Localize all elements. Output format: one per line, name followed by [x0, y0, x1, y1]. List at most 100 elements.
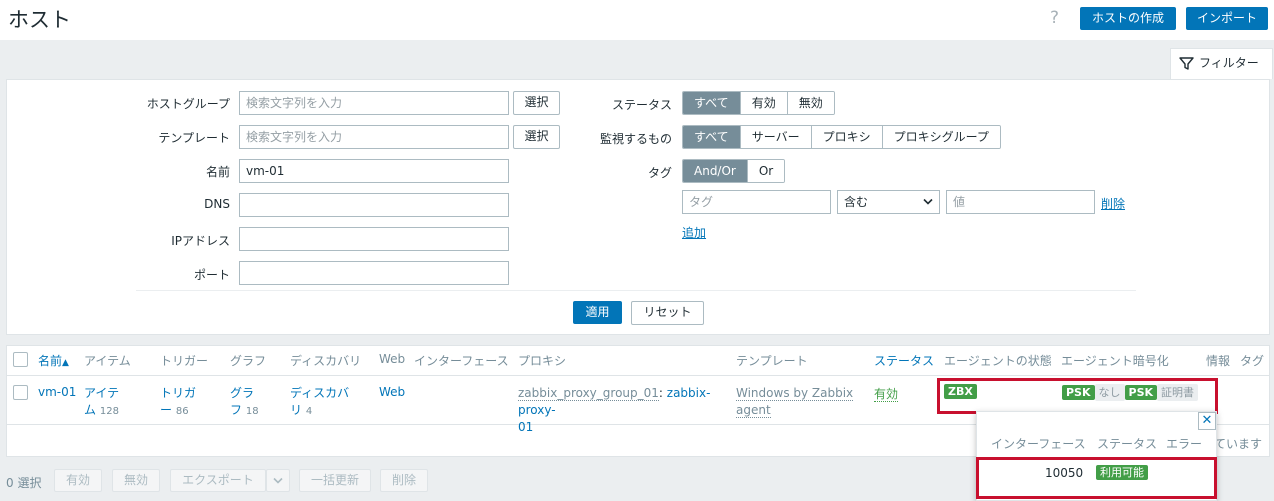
status-option-all[interactable]: すべて [683, 92, 740, 114]
template-select-button[interactable]: 選択 [513, 125, 560, 149]
triggers-label-line2: ー [160, 403, 173, 417]
mass-update-button[interactable]: 一括更新 [299, 469, 371, 492]
tags-label: タグ [647, 166, 672, 180]
select-all-checkbox[interactable] [13, 352, 28, 367]
sort-asc-icon: ▲ [62, 358, 69, 368]
graphs-link[interactable]: グラ フ 18 [230, 385, 259, 420]
items-link[interactable]: アイテ ム 128 [84, 385, 119, 420]
status-label: ステータス [611, 98, 672, 112]
column-header-tags: タグ [1240, 354, 1265, 368]
template-input[interactable]: 検索文字列を入力 [239, 125, 509, 149]
help-icon[interactable]: ? [1050, 8, 1059, 28]
enable-button[interactable]: 有効 [54, 469, 102, 492]
graphs-label-line2: フ [230, 403, 243, 417]
column-header-name-label: 名前 [38, 354, 63, 368]
filter-tab-label: フィルター [1199, 56, 1259, 70]
discovery-count: 4 [305, 406, 313, 417]
proxy-link-line2[interactable]: 01 [518, 419, 728, 436]
graphs-count: 18 [245, 406, 259, 417]
discovery-label-line2: リ [290, 403, 303, 417]
filter-tab[interactable]: フィルター [1170, 48, 1273, 79]
popup-interface-port: 10050 [1045, 466, 1084, 480]
filter-icon [1179, 57, 1194, 70]
name-label: 名前 [205, 165, 230, 179]
ip-input[interactable] [239, 227, 509, 251]
delete-button[interactable]: 削除 [380, 469, 428, 492]
zbx-badge-label: ZBX [944, 384, 977, 399]
export-dropdown-button[interactable] [266, 469, 290, 492]
host-group-select-button[interactable]: 選択 [513, 91, 560, 115]
items-label-line2: ム [84, 403, 97, 417]
tag-name-input[interactable]: タグ [682, 190, 831, 214]
header-divider [7, 375, 1269, 376]
items-label-line1: アイテ [84, 386, 120, 400]
popup-header-interface: インターフェース [991, 437, 1086, 451]
monitored-by-segmented: すべて サーバー プロキシ プロキシグループ [682, 125, 1001, 149]
proxy-group-link[interactable]: zabbix_proxy_group_01 [518, 386, 659, 401]
tags-option-andor[interactable]: And/Or [683, 160, 747, 182]
status-segmented: すべて 有効 無効 [682, 91, 835, 115]
host-status[interactable]: 有効 [874, 385, 899, 402]
column-header-name[interactable]: 名前▲ [38, 352, 69, 369]
monitored-by-option-all[interactable]: すべて [683, 126, 740, 148]
column-header-discovery: ディスカバリ [290, 354, 362, 368]
proxy-cell: zabbix_proxy_group_01: zabbix-proxy- 01 [518, 385, 728, 436]
dns-label: DNS [204, 197, 230, 211]
disable-button[interactable]: 無効 [112, 469, 160, 492]
import-button[interactable]: インポート [1186, 7, 1268, 30]
column-header-info: 情報 [1206, 354, 1231, 368]
web-link[interactable]: Web [379, 385, 405, 399]
row-checkbox[interactable] [13, 385, 28, 400]
template-cell: Windows by Zabbix agent [736, 385, 854, 419]
host-name-link[interactable]: vm-01 [38, 385, 76, 399]
ip-label: IPアドレス [171, 234, 230, 248]
encryption-accept-none: なし [1094, 384, 1125, 401]
host-group-label: ホストグループ [146, 97, 230, 111]
tags-option-or[interactable]: Or [746, 160, 785, 182]
host-group-input[interactable]: 検索文字列を入力 [239, 91, 509, 115]
encryption-connections-psk: PSK [1062, 385, 1095, 400]
tag-add-link[interactable]: 追加 [682, 224, 706, 241]
dns-input[interactable] [239, 193, 509, 217]
tags-operator-segmented: And/Or Or [682, 159, 786, 183]
triggers-count: 86 [175, 406, 189, 417]
status-option-disabled[interactable]: 無効 [786, 92, 834, 114]
create-host-button[interactable]: ホストの作成 [1080, 7, 1176, 30]
monitored-by-option-proxy[interactable]: プロキシ [810, 126, 882, 148]
apply-button[interactable]: 適用 [573, 301, 622, 324]
column-header-interface: インターフェース [414, 354, 509, 368]
column-header-status[interactable]: ステータス [874, 352, 934, 369]
availability-zbx-badge[interactable]: ZBX [944, 384, 977, 399]
name-input[interactable]: vm-01 [239, 159, 509, 183]
status-option-enabled[interactable]: 有効 [739, 92, 787, 114]
tag-remove-link[interactable]: 削除 [1101, 195, 1125, 212]
selected-count: 0 選択 [6, 476, 42, 490]
discovery-link[interactable]: ディスカバ リ 4 [290, 385, 349, 420]
export-button[interactable]: エクスポート [170, 469, 266, 492]
host-status-label: 有効 [874, 387, 899, 402]
triggers-label-line1: トリガ [160, 386, 197, 400]
column-header-triggers: トリガー [160, 354, 209, 368]
encryption-accept-psk: PSK [1124, 385, 1158, 400]
column-header-encryption: エージェント暗号化 [1061, 354, 1169, 368]
chevron-down-icon [273, 477, 283, 484]
popup-status-label: 利用可能 [1096, 465, 1148, 480]
reset-button[interactable]: リセット [631, 301, 704, 325]
popup-header-error: エラー [1166, 437, 1203, 451]
template-link-line1[interactable]: Windows by Zabbix [736, 386, 854, 401]
chevron-down-icon [923, 198, 933, 205]
popup-header-status: ステータス [1097, 437, 1158, 451]
port-input[interactable] [239, 261, 509, 285]
tag-operator-select[interactable]: 含む [837, 190, 940, 214]
filter-divider [136, 290, 1136, 291]
template-label: テンプレート [158, 131, 230, 145]
monitored-by-option-server[interactable]: サーバー [739, 126, 811, 148]
triggers-link[interactable]: トリガ ー 86 [160, 385, 196, 420]
tag-value-input[interactable]: 値 [946, 190, 1095, 214]
monitored-by-option-proxy-group[interactable]: プロキシグループ [881, 126, 1000, 148]
popup-close-icon[interactable]: ✕ [1198, 412, 1216, 430]
column-header-graphs: グラフ [230, 354, 267, 368]
template-link-line2[interactable]: agent [736, 403, 771, 418]
items-count: 128 [99, 406, 119, 417]
port-label: ポート [193, 268, 230, 282]
